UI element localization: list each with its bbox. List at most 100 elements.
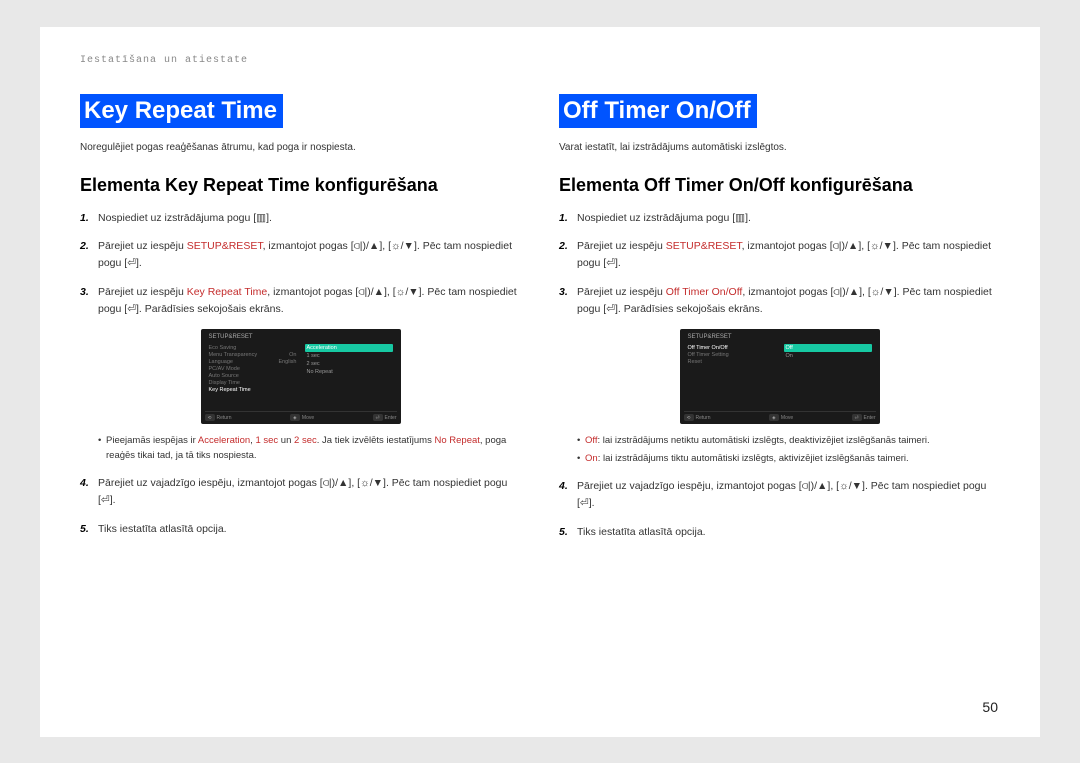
vol-icon: ⫏|) [358, 286, 370, 298]
step-text: . Parādīsies sekojošais ekrāns. [618, 303, 763, 315]
osd-footer: ⟲Return ◈Move ⏎Enter [684, 411, 876, 421]
step-5: 5. Tiks iestatīta atlasītā opcija. [80, 521, 521, 538]
vol-icon: ⫏|) [833, 240, 845, 252]
step-text: ], [ [348, 477, 360, 489]
step-1: 1. Nospiediet uz izstrādājuma pogu [▥]. [80, 210, 521, 227]
vol-icon: ⫏|) [833, 286, 845, 298]
step-text: , izmantojot pogas [ [742, 286, 833, 298]
opt-1sec: 1 sec [255, 435, 278, 446]
enter-icon: [⏎] [603, 303, 618, 315]
osd-foot-move: ◈Move [290, 414, 314, 421]
step-text: Tiks iestatīta atlasītā opcija. [577, 526, 706, 538]
step-number: 5. [80, 521, 89, 538]
note-item: Off: lai izstrādājums netiktu automātisk… [577, 434, 1000, 448]
step-2: 2. Pārejiet uz iespēju SETUP&RESET, izma… [80, 238, 521, 272]
bright-icon: ☼ [839, 480, 849, 492]
step-4: 4. Pārejiet uz vajadzīgo iespēju, izmant… [80, 475, 521, 509]
step-1: 1. Nospiediet uz izstrādājuma pogu [▥]. [559, 210, 1000, 227]
opt-no-repeat: No Repeat [434, 435, 479, 446]
columns: Key Repeat Time Noregulējiet pogas reaģē… [80, 94, 1000, 553]
osd-option: 1 sec [305, 352, 393, 360]
step-text: ], [ [859, 286, 871, 298]
bright-icon: ☼ [391, 240, 401, 252]
osd-row: Menu TransparencyOn [209, 351, 297, 358]
steps-list: 1. Nospiediet uz izstrādājuma pogu [▥]. … [559, 210, 1000, 318]
enter-icon: [⏎] [124, 303, 139, 315]
opt-acceleration: Acceleration [198, 435, 250, 446]
vol-icon: ⫏|) [802, 480, 814, 492]
step-3: 3. Pārejiet uz iespēju Key Repeat Time, … [80, 284, 521, 318]
vol-icon: ⫏|) [354, 240, 366, 252]
menu-icon: [▥] [253, 212, 269, 224]
osd-menu: Off Timer On/OffOff Timer SettingReset [684, 343, 780, 405]
osd-menu: Eco SavingMenu TransparencyOnLanguageEng… [205, 343, 301, 405]
osd-row: LanguageEnglish [209, 358, 297, 365]
step-text: , izmantojot pogas [ [742, 240, 833, 252]
step-3: 3. Pārejiet uz iespēju Off Timer On/Off,… [559, 284, 1000, 318]
link-off-timer: Off Timer On/Off [666, 286, 743, 298]
intro-text: Noregulējiet pogas reaģēšanas ātrumu, ka… [80, 142, 521, 153]
bright-icon: ☼ [871, 286, 881, 298]
section-title: Key Repeat Time [80, 94, 283, 128]
step-text: . [269, 212, 272, 224]
up-icon: ▲ [848, 240, 858, 252]
intro-text: Varat iestatīt, lai izstrādājums automāt… [559, 142, 1000, 153]
osd-options: OffOn [780, 343, 876, 405]
step-number: 5. [559, 524, 568, 541]
steps-list: 1. Nospiediet uz izstrādājuma pogu [▥]. … [80, 210, 521, 318]
step-number: 4. [559, 478, 568, 495]
up-icon: ▲ [849, 286, 859, 298]
osd-foot-enter: ⏎Enter [373, 414, 397, 421]
osd-options: Acceleration1 sec2 secNo Repeat [301, 343, 397, 405]
bright-icon: ☼ [360, 477, 370, 489]
bright-icon: ☼ [870, 240, 880, 252]
step-text: Pārejiet uz iespēju [98, 286, 187, 298]
step-text: Pārejiet uz vajadzīgo iespēju, izmantojo… [98, 477, 323, 489]
step-text: Nospiediet uz izstrādājuma pogu [577, 212, 732, 224]
osd-foot-return: ⟲Return [205, 414, 232, 421]
menu-icon: [▥] [732, 212, 748, 224]
subheading: Elementa Off Timer On/Off konfigurēšana [559, 175, 1000, 196]
enter-icon: [⏎] [98, 494, 113, 506]
step-5: 5. Tiks iestatīta atlasītā opcija. [559, 524, 1000, 541]
bright-icon: ☼ [396, 286, 406, 298]
step-text: ], [ [379, 240, 391, 252]
opt-off: Off [585, 435, 598, 446]
osd-header: SETUP&RESET [684, 333, 876, 343]
osd-screenshot: SETUP&RESET Off Timer On/OffOff Timer Se… [680, 329, 880, 424]
up-icon: ▲ [374, 286, 384, 298]
step-text: , izmantojot pogas [ [263, 240, 354, 252]
osd-body: Off Timer On/OffOff Timer SettingReset O… [684, 343, 876, 405]
enter-icon: [⏎] [603, 257, 618, 269]
step-text: ], [ [384, 286, 396, 298]
osd-option: On [784, 352, 872, 360]
osd-row: Off Timer On/Off [688, 344, 776, 351]
osd-body: Eco SavingMenu TransparencyOnLanguageEng… [205, 343, 397, 405]
link-setup-reset: SETUP&RESET [666, 240, 742, 252]
section-title: Off Timer On/Off [559, 94, 757, 128]
up-icon: ▲ [817, 480, 827, 492]
step-2: 2. Pārejiet uz iespēju SETUP&RESET, izma… [559, 238, 1000, 272]
enter-icon: [⏎] [577, 497, 592, 509]
up-icon: ▲ [369, 240, 379, 252]
step-text: ], [ [827, 480, 839, 492]
osd-foot-return: ⟲Return [684, 414, 711, 421]
down-icon: ▼ [852, 480, 862, 492]
column-left: Key Repeat Time Noregulējiet pogas reaģē… [80, 94, 521, 553]
notes-list: Pieejamās iespējas ir Acceleration, 1 se… [80, 434, 521, 463]
step-text: . [748, 212, 751, 224]
step-text: Nospiediet uz izstrādājuma pogu [98, 212, 253, 224]
step-text: . Parādīsies sekojošais ekrāns. [139, 303, 284, 315]
osd-option: No Repeat [305, 368, 393, 376]
osd-row: Off Timer Setting [688, 351, 776, 358]
osd-row: Key Repeat Time [209, 386, 297, 393]
page: Iestatīšana un atiestate Key Repeat Time… [40, 27, 1040, 737]
step-text: Pārejiet uz iespēju [577, 286, 666, 298]
down-icon: ▼ [408, 286, 418, 298]
osd-row: Display Time [209, 379, 297, 386]
step-text: ], [ [858, 240, 870, 252]
step-text: Pārejiet uz iespēju [98, 240, 187, 252]
note-item: Pieejamās iespējas ir Acceleration, 1 se… [98, 434, 521, 463]
subheading: Elementa Key Repeat Time konfigurēšana [80, 175, 521, 196]
page-number: 50 [982, 699, 998, 715]
